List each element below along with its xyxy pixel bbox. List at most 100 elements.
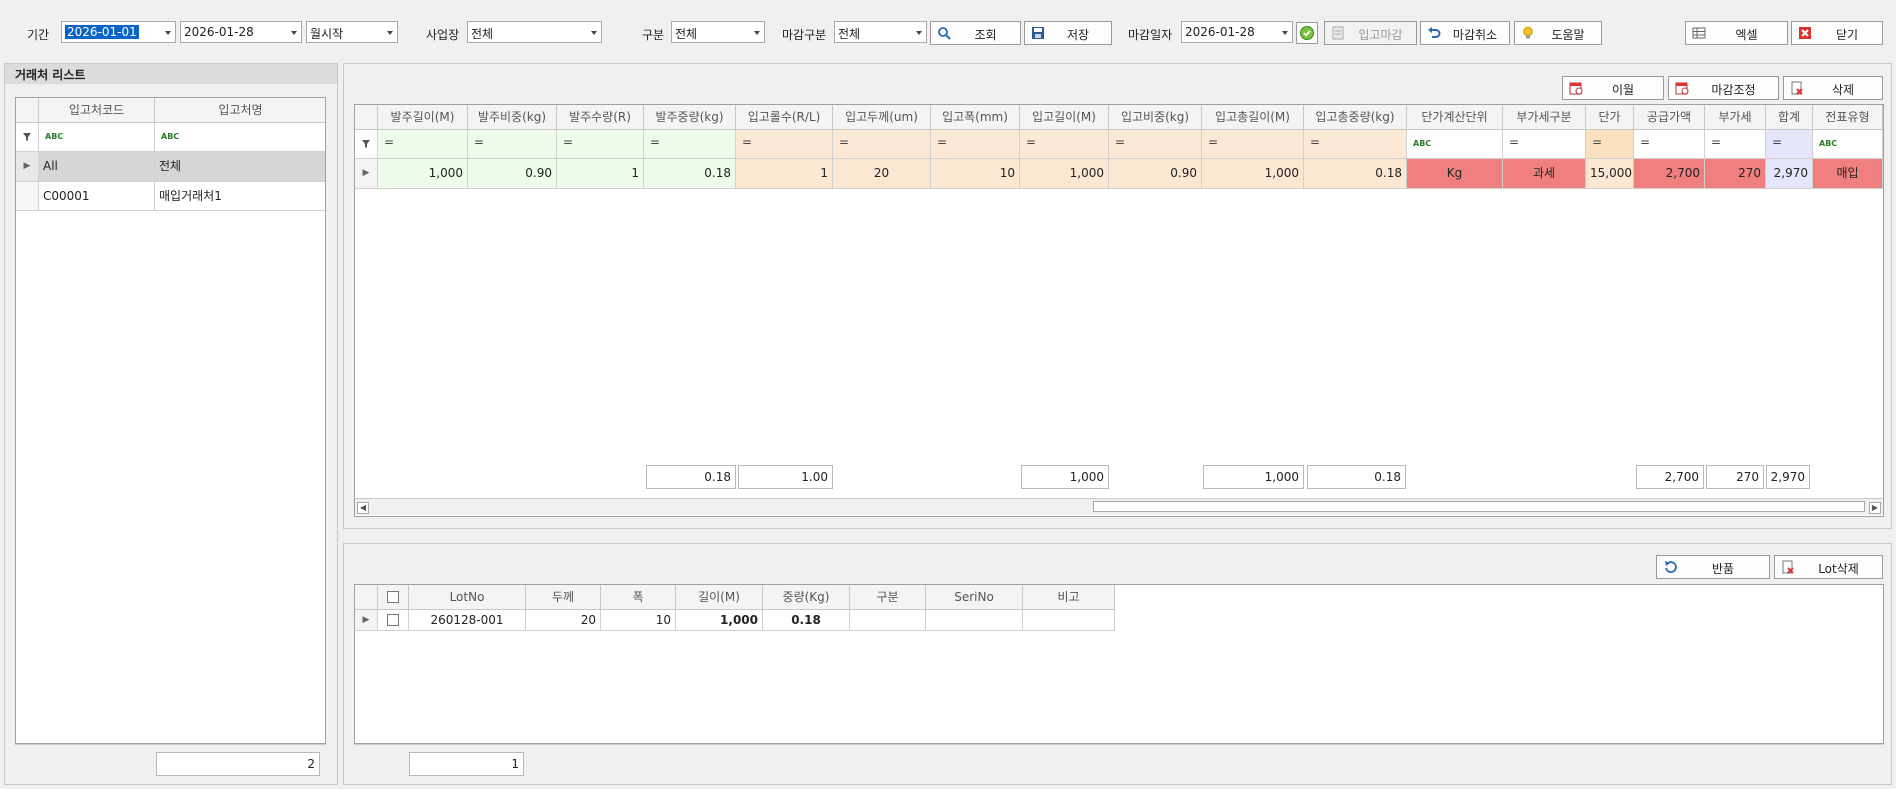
delete-button[interactable]: 삭제 xyxy=(1783,76,1883,100)
column-header[interactable]: 발주비중(kg) xyxy=(468,105,557,130)
lot-column-header[interactable]: 비고 xyxy=(1023,585,1115,610)
column-filter[interactable]: ABC xyxy=(1813,130,1883,159)
column-header[interactable]: 발주길이(M) xyxy=(378,105,468,130)
column-header[interactable]: 발주중량(kg) xyxy=(644,105,736,130)
column-header[interactable]: 입고총길이(M) xyxy=(1202,105,1304,130)
month-start-select[interactable]: 월시작 xyxy=(306,21,398,43)
data-cell[interactable]: 0.18 xyxy=(644,159,736,189)
excel-button[interactable]: 엑셀 xyxy=(1685,21,1788,45)
data-cell[interactable]: 과세 xyxy=(1503,159,1586,189)
lot-column-header[interactable]: SeriNo xyxy=(926,585,1023,610)
column-filter[interactable]: = xyxy=(1304,130,1407,159)
data-cell[interactable]: Kg xyxy=(1407,159,1503,189)
close-type-select[interactable]: 전체 xyxy=(834,21,927,43)
row-indicator[interactable]: ▶ xyxy=(355,610,378,631)
col-vendor-name[interactable]: 입고처명 xyxy=(155,98,325,123)
scroll-right-arrow-icon[interactable]: ▶ xyxy=(1869,502,1881,514)
lot-column-header[interactable]: 두께 xyxy=(526,585,601,610)
select-all-checkbox[interactable] xyxy=(387,591,399,603)
scrollbar-thumb[interactable] xyxy=(1093,501,1865,512)
column-filter[interactable]: = xyxy=(833,130,931,159)
data-cell[interactable]: 1,000 xyxy=(1202,159,1304,189)
lot-cell[interactable]: 20 xyxy=(526,610,601,631)
help-button[interactable]: 도움말 xyxy=(1514,21,1602,45)
transfer-button[interactable]: 이월 xyxy=(1562,76,1664,100)
lot-cell[interactable]: 260128-001 xyxy=(409,610,526,631)
data-cell[interactable]: 15,000 xyxy=(1586,159,1634,189)
lot-column-header[interactable]: LotNo xyxy=(409,585,526,610)
chevron-down-icon[interactable] xyxy=(161,22,175,42)
date-to-picker[interactable]: 2026-01-28 xyxy=(180,21,302,43)
column-filter[interactable]: = xyxy=(1503,130,1586,159)
scroll-left-arrow-icon[interactable]: ◀ xyxy=(357,502,369,514)
chevron-down-icon[interactable] xyxy=(1278,22,1292,42)
filter-vendor-code[interactable]: ABC xyxy=(39,123,155,152)
column-header[interactable]: 합계 xyxy=(1766,105,1813,130)
column-header[interactable]: 단가계산단위 xyxy=(1407,105,1503,130)
column-header[interactable]: 공급가액 xyxy=(1634,105,1705,130)
column-filter[interactable]: = xyxy=(557,130,644,159)
column-filter[interactable]: = xyxy=(1766,130,1813,159)
type-select[interactable]: 전체 xyxy=(671,21,765,43)
close-adjust-button[interactable]: 마감조정 xyxy=(1668,76,1779,100)
data-cell[interactable]: 0.90 xyxy=(1109,159,1202,189)
column-filter[interactable]: = xyxy=(644,130,736,159)
column-header[interactable]: 입고길이(M) xyxy=(1020,105,1109,130)
return-button[interactable]: 반품 xyxy=(1656,555,1770,579)
lot-cell[interactable] xyxy=(850,610,926,631)
data-cell[interactable]: 2,970 xyxy=(1766,159,1813,189)
date-from-picker[interactable]: 2026-01-01 xyxy=(61,21,176,43)
column-header[interactable]: 입고롤수(R/L) xyxy=(736,105,833,130)
vendor-name-cell[interactable]: 전체 xyxy=(155,152,325,182)
lot-delete-button[interactable]: Lot삭제 xyxy=(1774,555,1883,579)
lot-column-header[interactable]: 폭 xyxy=(601,585,676,610)
data-cell[interactable]: 20 xyxy=(833,159,931,189)
vendor-name-cell[interactable]: 매입거래처1 xyxy=(155,182,325,211)
column-header[interactable]: 부가세구분 xyxy=(1503,105,1586,130)
row-indicator[interactable]: ▶ xyxy=(16,152,39,182)
column-filter[interactable]: = xyxy=(736,130,833,159)
data-cell[interactable]: 1,000 xyxy=(1020,159,1109,189)
lot-cell[interactable] xyxy=(1023,610,1115,631)
exit-button[interactable]: 닫기 xyxy=(1791,21,1883,45)
lot-cell[interactable] xyxy=(926,610,1023,631)
vendor-code-cell[interactable]: All xyxy=(39,152,155,182)
lot-cell[interactable]: 0.18 xyxy=(763,610,850,631)
lot-column-header[interactable]: 구분 xyxy=(850,585,926,610)
column-filter[interactable]: = xyxy=(1202,130,1304,159)
row-indicator[interactable]: ▶ xyxy=(355,159,378,189)
data-cell[interactable]: 1,000 xyxy=(378,159,468,189)
data-cell[interactable]: 1 xyxy=(736,159,833,189)
chevron-down-icon[interactable] xyxy=(750,22,764,42)
row-checkbox-cell[interactable] xyxy=(378,610,409,631)
column-header[interactable]: 발주수량(R) xyxy=(557,105,644,130)
cancel-close-button[interactable]: 마감취소 xyxy=(1420,21,1510,45)
chevron-down-icon[interactable] xyxy=(912,22,926,42)
column-filter[interactable]: = xyxy=(1705,130,1766,159)
vendor-code-cell[interactable]: C00001 xyxy=(39,182,155,211)
column-filter[interactable]: = xyxy=(1586,130,1634,159)
column-filter[interactable]: = xyxy=(1020,130,1109,159)
column-filter[interactable]: = xyxy=(1109,130,1202,159)
select-all-header[interactable] xyxy=(378,585,409,610)
column-filter[interactable]: = xyxy=(378,130,468,159)
receipt-close-button[interactable]: 입고마감 xyxy=(1324,21,1417,45)
row-checkbox[interactable] xyxy=(387,614,399,626)
confirm-date-button[interactable] xyxy=(1296,22,1318,44)
column-header[interactable]: 입고두께(um) xyxy=(833,105,931,130)
column-header[interactable]: 입고폭(mm) xyxy=(931,105,1020,130)
lot-column-header[interactable]: 중량(Kg) xyxy=(763,585,850,610)
data-cell[interactable]: 1 xyxy=(557,159,644,189)
col-vendor-code[interactable]: 입고처코드 xyxy=(39,98,155,123)
column-filter[interactable]: = xyxy=(931,130,1020,159)
data-cell[interactable]: 2,700 xyxy=(1634,159,1705,189)
column-filter[interactable]: = xyxy=(1634,130,1705,159)
column-header[interactable]: 입고총중량(kg) xyxy=(1304,105,1407,130)
row-indicator[interactable] xyxy=(16,182,39,211)
column-filter[interactable]: = xyxy=(468,130,557,159)
site-select[interactable]: 전체 xyxy=(467,21,602,43)
lot-cell[interactable]: 10 xyxy=(601,610,676,631)
chevron-down-icon[interactable] xyxy=(587,22,601,42)
filter-vendor-name[interactable]: ABC xyxy=(155,123,325,152)
chevron-down-icon[interactable] xyxy=(287,22,301,42)
